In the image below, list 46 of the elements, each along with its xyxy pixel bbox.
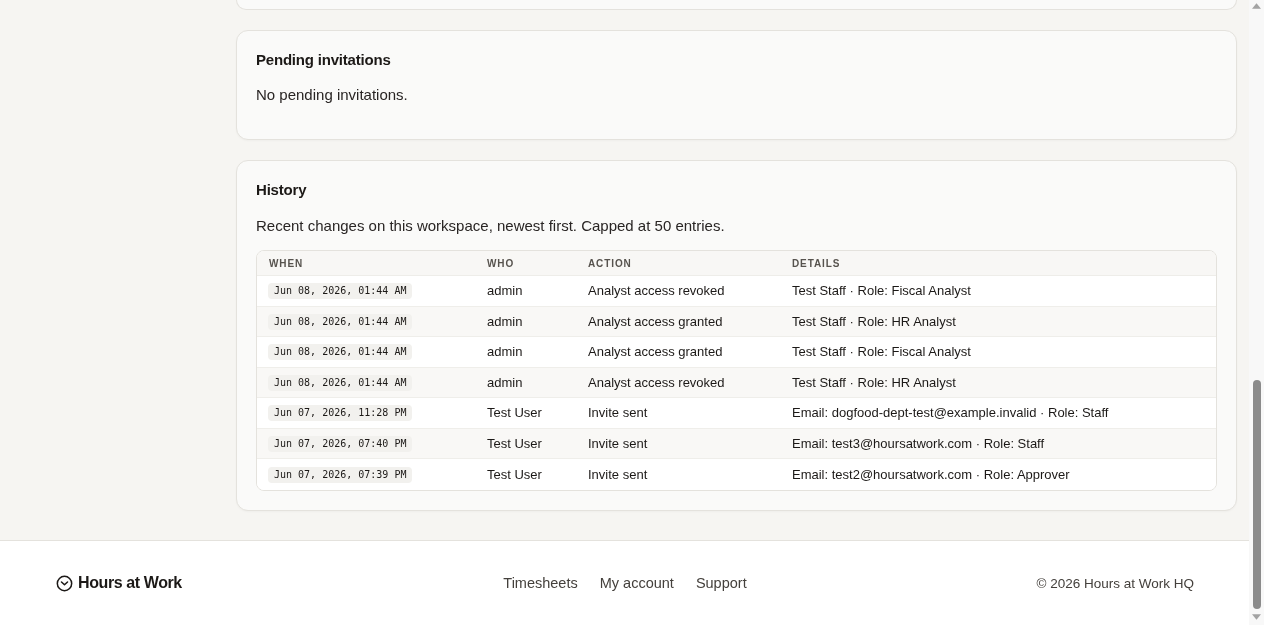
table-cell: Email: test2@hoursatwork.com · Role: Approver <box>792 466 1070 482</box>
table-cell: Test Staff · Role: Fiscal Analyst <box>792 344 971 360</box>
table-cell: admin <box>487 374 523 390</box>
table-cell: Test Staff · Role: HR Analyst <box>792 313 956 329</box>
clock-icon <box>56 574 73 592</box>
scrollbar-track[interactable] <box>1249 0 1264 625</box>
column-header: WHEN <box>268 257 304 269</box>
section-description: Recent changes on this workspace, newest first. Capped at 50 entries. <box>256 216 725 236</box>
empty-message: No pending invitations. <box>256 85 408 105</box>
timestamp-chip: Jun 08, 2026, 01:44 AM <box>268 344 413 361</box>
copyright-text: © 2026 Hours at Work HQ <box>1036 575 1194 591</box>
column-header: WHO <box>486 257 515 269</box>
table-cell: Invite sent <box>588 435 648 451</box>
timestamp-chip: Jun 08, 2026, 01:44 AM <box>268 283 413 300</box>
scrollbar-thumb[interactable] <box>1252 380 1261 609</box>
timestamp-chip: Jun 07, 2026, 07:39 PM <box>268 466 413 483</box>
timestamp-chip: Jun 07, 2026, 07:40 PM <box>268 435 413 452</box>
column-header: ACTION <box>587 257 632 269</box>
table-cell: Test User <box>487 435 542 451</box>
table-cell: Test User <box>487 466 542 482</box>
timestamp-chip: Jun 08, 2026, 01:44 AM <box>268 374 413 391</box>
table-cell: Analyst access revoked <box>588 374 725 390</box>
table-cell: admin <box>487 344 523 360</box>
timestamp-chip: Jun 07, 2026, 11:28 PM <box>268 405 413 422</box>
table-cell: Invite sent <box>588 405 648 421</box>
table-cell: Test Staff · Role: Fiscal Analyst <box>792 283 971 299</box>
table-cell: admin <box>487 313 523 329</box>
scroll-down-icon[interactable] <box>1252 614 1261 620</box>
footer-link[interactable]: My account <box>599 575 674 591</box>
column-header: DETAILS <box>791 257 841 269</box>
table-cell: admin <box>487 283 523 299</box>
footer-link[interactable]: Support <box>695 575 747 591</box>
table-cell: Invite sent <box>588 466 648 482</box>
section-title: Pending invitations <box>256 50 391 70</box>
table-cell: Analyst access granted <box>588 344 723 360</box>
table-cell: Email: dogfood-dept-test@example.invalid · Role: Staff <box>792 405 1109 421</box>
timestamp-chip: Jun 08, 2026, 01:44 AM <box>268 313 413 330</box>
table-cell: Analyst access revoked <box>588 283 725 299</box>
brand-name[interactable]: Hours at Work <box>78 574 182 592</box>
section-title: History <box>256 180 307 200</box>
footer-link[interactable]: Timesheets <box>503 575 578 591</box>
table-cell: Test User <box>487 405 542 421</box>
scroll-up-icon[interactable] <box>1252 3 1261 9</box>
table-cell: Test Staff · Role: HR Analyst <box>792 374 956 390</box>
table-cell: Email: test3@hoursatwork.com · Role: Staff <box>792 435 1045 451</box>
table-cell: Analyst access granted <box>588 313 723 329</box>
